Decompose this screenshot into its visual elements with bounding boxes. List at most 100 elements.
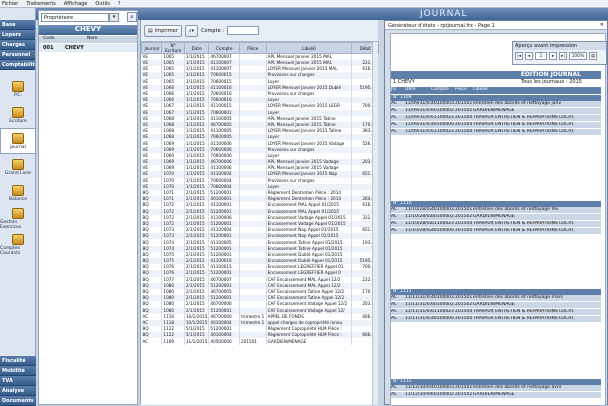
column-header[interactable]: Journal bbox=[140, 42, 163, 54]
prev-page-icon[interactable]: ◂ bbox=[525, 52, 533, 60]
table-cell: LOYER Mensuel Janvier 2015 Tatine bbox=[266, 128, 353, 135]
edition-cell: 61100023 bbox=[431, 221, 454, 226]
table-cell: LOYER Mensuel Janvier 2015 Vadage bbox=[266, 140, 353, 147]
menu-item[interactable]: Fichier bbox=[2, 1, 18, 7]
edition-cell: AC bbox=[391, 122, 398, 127]
table-cell: Encaissement Vadage Appel 01/2015 bbox=[266, 220, 353, 228]
edition-cell: 11/09/31/01/2015 bbox=[405, 115, 431, 120]
module-icon bbox=[12, 234, 24, 245]
edition-cell: GARDIEN/MENAGE bbox=[473, 214, 515, 219]
journal-scrollbar[interactable] bbox=[372, 42, 378, 405]
print-button[interactable]: ▤ Imprimer bbox=[144, 24, 182, 37]
nav-icon-item[interactable]: P.C. bbox=[0, 76, 36, 102]
module-icon bbox=[12, 80, 24, 92]
nav-button[interactable]: Charges bbox=[0, 40, 35, 50]
edition-cell: 11/10/28/02/2015 bbox=[405, 214, 431, 219]
nav-icon-item[interactable]: Gestion Exercices bbox=[0, 206, 36, 232]
table-cell: Encaissement Tatine Appel 01/2015 bbox=[266, 245, 353, 252]
edition-cell: 201502 bbox=[455, 392, 473, 397]
edition-cell: 40100003 bbox=[431, 207, 454, 212]
page-number-field[interactable]: 1 bbox=[535, 52, 547, 60]
nav-icon-item[interactable]: Comptes Courants bbox=[0, 232, 36, 258]
dossier-header: CHEVY bbox=[39, 25, 137, 35]
edition-cell: 61100023 bbox=[431, 129, 454, 134]
nav-button[interactable]: Personnel bbox=[0, 50, 35, 60]
nav-icon-item[interactable]: Grand Livre bbox=[0, 154, 36, 180]
compte-input[interactable] bbox=[226, 26, 259, 35]
nav-icon-label: Ecriture bbox=[9, 118, 27, 124]
edition-cell: 201501 bbox=[455, 295, 473, 300]
nav-icon-label: Gestion Exercices bbox=[0, 220, 22, 230]
nav-button[interactable]: Lopers bbox=[0, 30, 35, 40]
edition-cell: GARDIEN/MENAGE bbox=[473, 302, 515, 307]
column-header[interactable]: N° Ecriture bbox=[161, 42, 185, 54]
edition-cell: 201501 bbox=[455, 101, 473, 106]
dossier-type-select[interactable]: Propriétaire bbox=[41, 13, 109, 22]
menu-bar: Fichier Traitements Affichage Outils? bbox=[0, 0, 608, 8]
journal-toolbar: ▤ Imprimer ⌕▾ Compte : bbox=[141, 20, 378, 42]
column-header[interactable]: Libellé bbox=[265, 42, 353, 54]
nav-icon-item[interactable]: Journal bbox=[0, 128, 36, 154]
edition-cell: 201504 bbox=[455, 228, 473, 233]
edition-line: AC 11/09/31/01/201546500000201504TRAVAUX … bbox=[391, 122, 601, 128]
nav-button[interactable]: Comptabilité bbox=[0, 60, 35, 70]
table-cell: Règlement Copropriété HLM Pièce : bbox=[266, 332, 353, 339]
edition-cell: AC bbox=[391, 316, 398, 321]
last-page-icon[interactable]: ▸| bbox=[559, 52, 567, 60]
column-header[interactable]: Date bbox=[183, 42, 210, 54]
edition-cell: AC bbox=[391, 302, 398, 307]
edition-cell: 201501 bbox=[455, 207, 473, 212]
close-icon[interactable]: ✕ bbox=[600, 22, 604, 28]
edition-line: AC 11/12/30/04/201540100003201501entretie… bbox=[391, 385, 601, 391]
next-page-icon[interactable]: ▸ bbox=[549, 52, 557, 60]
first-page-icon[interactable]: |◂ bbox=[515, 52, 523, 60]
edition-line: AC 11/10/28/02/201560100002201502GARDIEN/… bbox=[391, 214, 601, 220]
table-cell: trimestre 1 bbox=[239, 313, 267, 320]
nav-button[interactable]: Fiscalité bbox=[0, 356, 36, 366]
edition-cell: GARDIEN/MENAGE bbox=[473, 392, 515, 397]
nav-button[interactable]: TVA bbox=[0, 376, 36, 386]
table-cell: CAF Encaissement MAL Appel 12/2 bbox=[266, 276, 353, 283]
nav-button[interactable]: Base bbox=[0, 20, 35, 30]
column-header[interactable]: Pièce bbox=[239, 42, 267, 54]
edition-cell: 60100002 bbox=[431, 302, 454, 307]
print-icon[interactable]: ▤ bbox=[589, 52, 597, 60]
menu-item[interactable]: ? bbox=[118, 1, 121, 7]
col-nom: Nom bbox=[87, 36, 98, 41]
edition-line: AC 11/09/31/01/201561100023201504TRAVAUX … bbox=[391, 129, 601, 135]
edition-cell: AC bbox=[391, 295, 398, 300]
edition-line: AC 11/09/31/01/201561100023201504TRAVAUX … bbox=[391, 115, 601, 121]
zoom-select[interactable]: 100% bbox=[569, 52, 587, 60]
nav-button[interactable]: Mobilité bbox=[0, 366, 36, 376]
module-icon bbox=[12, 106, 24, 118]
menu-item[interactable]: Affichage bbox=[64, 1, 88, 7]
edition-column-header: Libellé bbox=[473, 87, 488, 92]
edition-columns: Jnl Date Compte Pièce Libellé bbox=[391, 87, 601, 94]
apercu-toolbar: Aperçu avant impression |◂ ◂ 1 ▸ ▸| 100%… bbox=[512, 41, 607, 65]
edition-line: AC 11/12/30/04/201560100002201502GARDIEN/… bbox=[391, 392, 601, 398]
table-cell: Encaissement Dublé Appel 01/2015 bbox=[266, 251, 353, 258]
search-icon[interactable]: ⌕ bbox=[127, 12, 137, 22]
menu-item[interactable]: Outils bbox=[95, 1, 109, 7]
dossier-row-code: 001 bbox=[43, 45, 54, 51]
chevron-down-icon[interactable]: ▾ bbox=[109, 13, 119, 22]
edition-cell: AC bbox=[391, 129, 398, 134]
nav-button[interactable]: Analyse bbox=[0, 386, 36, 396]
edition-cell: TRAVAUX ENTRETIEN & REPARATIONS LOCAT. bbox=[473, 309, 575, 314]
nav-icon-item[interactable]: Balance bbox=[0, 180, 36, 206]
menu-item[interactable]: Traitements bbox=[26, 1, 56, 7]
edition-line: AC 11/11/31/03/201546500000201504TRAVAUX … bbox=[391, 316, 601, 322]
column-header[interactable]: Compte bbox=[208, 42, 241, 54]
nav-icon-item[interactable]: Ecriture bbox=[0, 102, 36, 128]
apercu-title: Aperçu avant impression bbox=[513, 42, 606, 50]
table-row[interactable]: AC 1109 31/1/2015 40500000 201501 GARDIEN/MEN… bbox=[141, 338, 379, 345]
printer-icon: ▤ bbox=[148, 27, 153, 34]
edition-cell: AC bbox=[391, 221, 398, 226]
table-cell: 10/1/2015 bbox=[184, 313, 210, 320]
find-button[interactable]: ⌕▾ bbox=[184, 24, 199, 37]
edition-cell: 61100023 bbox=[431, 309, 454, 314]
dossier-row[interactable]: 001 CHEVY bbox=[39, 44, 137, 52]
nav-icon-label: Journal bbox=[10, 144, 26, 150]
edition-cell: TRAVAUX ENTRETIEN & REPARATIONS LOCAT. bbox=[473, 122, 575, 127]
edition-cell: TRAVAUX ENTRETIEN & REPARATIONS LOCAT. bbox=[473, 221, 575, 226]
